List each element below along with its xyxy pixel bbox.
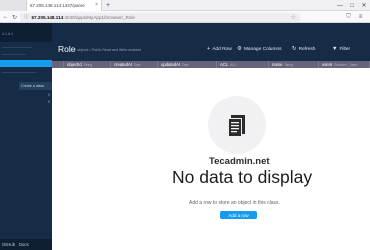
column-header-row: objectId String createdAt Date updatedAt… bbox=[52, 61, 370, 68]
bookmark-star-icon[interactable]: ☆ bbox=[291, 14, 296, 21]
create-class-button[interactable]: Create a class bbox=[19, 82, 52, 90]
select-all-checkbox[interactable] bbox=[52, 61, 64, 68]
filter-button[interactable]: ▼ Filter bbox=[332, 46, 350, 52]
column-header[interactable]: objectId String bbox=[64, 61, 111, 68]
info-icon[interactable]: ⓘ bbox=[24, 14, 29, 20]
github-link[interactable]: GitHub bbox=[2, 242, 15, 247]
maximize-button[interactable]: □ bbox=[346, 0, 358, 11]
column-type: Date bbox=[182, 62, 189, 67]
back-button[interactable]: ← bbox=[1, 12, 10, 22]
add-row-label: Add Row bbox=[212, 46, 232, 52]
sidebar-divider bbox=[2, 47, 32, 48]
manage-columns-label: Manage Columns bbox=[243, 46, 282, 52]
docs-link[interactable]: Docs bbox=[19, 242, 29, 247]
url-host: 67.205.148.114 bbox=[31, 14, 64, 20]
sidebar-header: 4.1.6.4 bbox=[0, 23, 52, 42]
column-header[interactable]: createdAt Date bbox=[111, 61, 158, 68]
class-subtitle: 0 objects • Public Read and Write enable… bbox=[74, 48, 142, 52]
shield-icon[interactable]: ⛉ bbox=[344, 12, 353, 22]
column-name: updatedAt bbox=[161, 62, 181, 67]
refresh-button[interactable]: ↻ Refresh bbox=[292, 46, 315, 52]
sidebar-item-selected[interactable] bbox=[0, 60, 52, 67]
column-type: Relation<_User> bbox=[334, 62, 359, 67]
sidebar-footer: GitHub Docs bbox=[0, 239, 52, 250]
browser-tab-inactive[interactable] bbox=[0, 0, 26, 11]
empty-state-description: Add a row to store an object in this cla… bbox=[189, 200, 280, 206]
browser-nav-bar: ← ↻ ⓘ 67.205.148.114 :4040/apps/MyApp1/b… bbox=[0, 11, 370, 23]
refresh-icon: ↻ bbox=[292, 46, 297, 52]
column-type: String bbox=[83, 62, 92, 67]
address-bar[interactable]: ⓘ 67.205.148.114 :4040/apps/MyApp1/brows… bbox=[20, 12, 300, 22]
filter-label: Filter bbox=[339, 46, 351, 52]
manage-columns-button[interactable]: ⚙ Manage Columns bbox=[237, 46, 282, 52]
sidebar-divider bbox=[2, 72, 36, 73]
browser-tab-bar: 67.205.148.114:1337/parse × + — □ ✕ bbox=[0, 0, 370, 11]
column-name: objectId bbox=[67, 62, 82, 67]
reload-button[interactable]: ↻ bbox=[10, 12, 19, 22]
dashboard-version: 4.1.6.4 bbox=[2, 32, 13, 36]
column-name: name bbox=[272, 62, 283, 67]
document-icon bbox=[228, 115, 245, 137]
column-header[interactable]: name String bbox=[269, 61, 319, 68]
refresh-label: Refresh bbox=[298, 46, 316, 52]
class-count: 0 bbox=[48, 100, 50, 104]
menu-icon[interactable]: ≡ bbox=[356, 12, 365, 22]
sidebar-divider bbox=[2, 54, 26, 55]
gear-icon: ⚙ bbox=[237, 46, 242, 52]
new-tab-button[interactable]: + bbox=[104, 0, 112, 11]
empty-state-icon-circle bbox=[208, 96, 266, 154]
url-path: :4040/apps/MyApp1/browser/_Role bbox=[63, 14, 135, 20]
plus-icon: + bbox=[207, 46, 211, 52]
browser-tab-active[interactable]: 67.205.148.114:1337/parse × bbox=[26, 0, 102, 11]
column-header[interactable]: ACL ACL bbox=[217, 61, 269, 68]
column-type: ACL bbox=[230, 62, 237, 67]
watermark-text: Tecadmin.net bbox=[209, 156, 270, 167]
column-header[interactable]: users Relation<_User> bbox=[319, 61, 370, 68]
close-icon[interactable]: × bbox=[95, 2, 98, 8]
class-count: 0 bbox=[48, 93, 50, 97]
add-row-toolbar-button[interactable]: + Add Row bbox=[207, 46, 232, 52]
column-name: users bbox=[322, 62, 333, 67]
filter-icon: ▼ bbox=[332, 46, 338, 52]
tab-label: 67.205.148.114:1337/parse bbox=[30, 3, 85, 8]
close-window-button[interactable]: ✕ bbox=[358, 0, 370, 11]
column-header[interactable]: updatedAt Date bbox=[158, 61, 217, 68]
column-name: createdAt bbox=[114, 62, 132, 67]
class-title: Role bbox=[58, 44, 76, 54]
empty-state-title: No data to display bbox=[172, 167, 313, 187]
column-type: String bbox=[284, 62, 293, 67]
class-toolbar: Role 0 objects • Public Read and Write e… bbox=[52, 23, 370, 61]
add-a-row-button[interactable]: Add a row bbox=[220, 211, 257, 219]
column-type: Date bbox=[133, 62, 141, 67]
minimize-button[interactable]: — bbox=[334, 0, 346, 11]
sidebar: 4.1.6.4 Create a class 0 0 GitHub Docs bbox=[0, 23, 52, 250]
column-name: ACL bbox=[220, 62, 229, 67]
